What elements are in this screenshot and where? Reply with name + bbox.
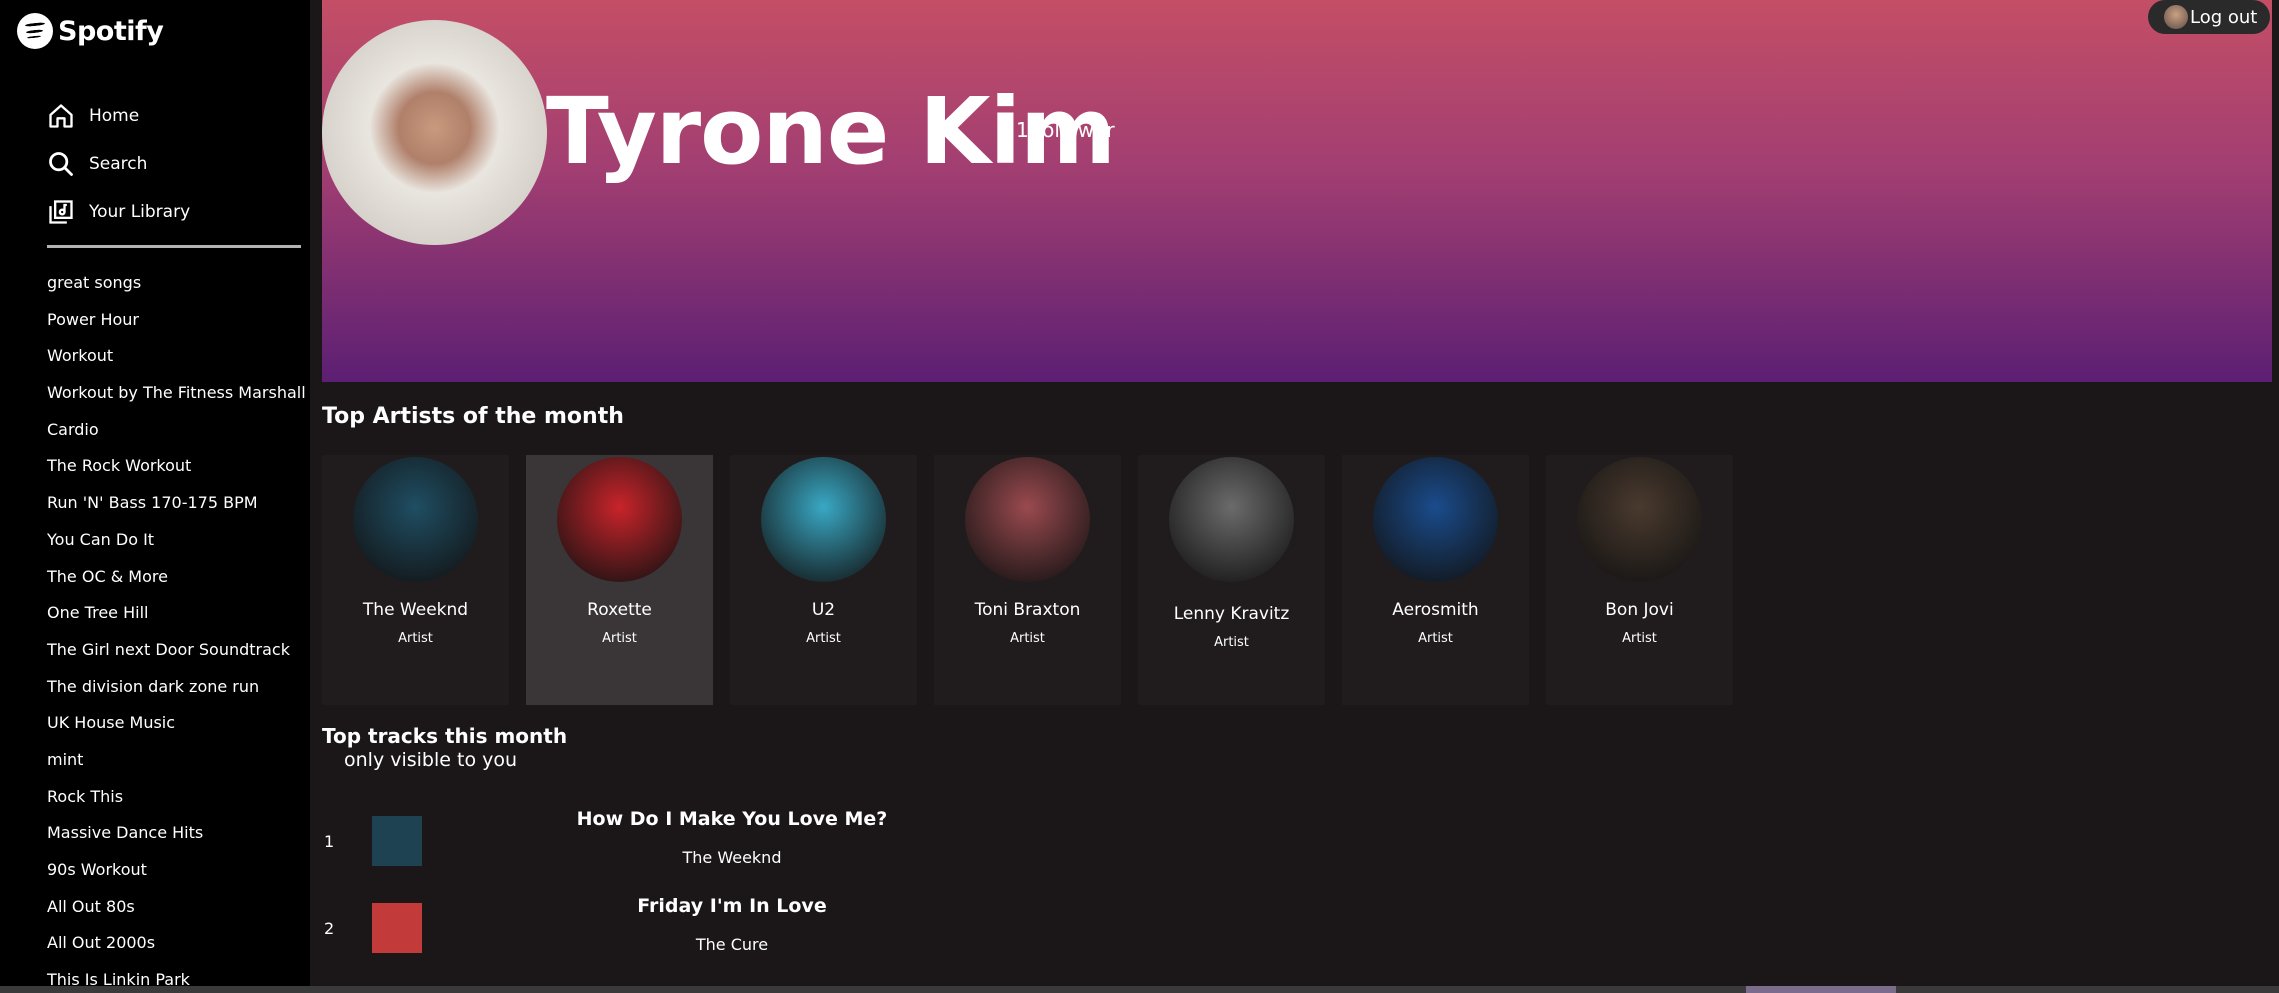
top-tracks-subtitle: only visible to you — [344, 749, 518, 771]
artist-name: Bon Jovi — [1605, 600, 1674, 620]
playlist-item[interactable]: All Out 80s — [47, 892, 307, 929]
artist-type: Artist — [1214, 635, 1249, 650]
playlist-item[interactable]: Run 'N' Bass 170-175 BPM — [47, 488, 307, 525]
artist-card[interactable]: Toni Braxton Artist — [934, 455, 1121, 705]
playlist-item[interactable]: Rock This — [47, 782, 307, 819]
track-rank: 1 — [324, 832, 335, 851]
nav-search[interactable]: Search — [47, 140, 307, 188]
playlist-item[interactable]: The Girl next Door Soundtrack — [47, 635, 307, 672]
playlist-item[interactable]: The Rock Workout — [47, 451, 307, 488]
track-row[interactable]: 2 Friday I'm In Love The Cure — [322, 895, 1082, 955]
artist-type: Artist — [1418, 631, 1453, 646]
artist-name: Roxette — [587, 600, 652, 620]
playlist-item[interactable]: The division dark zone run — [47, 672, 307, 709]
artist-card[interactable]: Aerosmith Artist — [1342, 455, 1529, 705]
playlist-item[interactable]: All Out 2000s — [47, 928, 307, 965]
playlist-item[interactable]: Workout — [47, 341, 307, 378]
follower-count: 1 follower — [1016, 118, 1115, 142]
playlist-item[interactable]: Workout by The Fitness Marshall — [47, 378, 307, 415]
artist-name: U2 — [811, 600, 836, 620]
artist-name: Toni Braxton — [974, 600, 1081, 620]
playlist-item[interactable]: 90s Workout — [47, 855, 307, 892]
playlist-item[interactable]: great songs — [47, 268, 307, 305]
spotify-icon — [17, 13, 53, 49]
playlist-item[interactable]: Power Hour — [47, 305, 307, 342]
artist-card[interactable]: Bon Jovi Artist — [1546, 455, 1733, 705]
nav-library[interactable]: Your Library — [47, 188, 307, 236]
playlist-item[interactable]: The OC & More — [47, 562, 307, 599]
user-avatar-icon — [2164, 5, 2188, 29]
nav-library-label: Your Library — [89, 202, 191, 222]
artist-type: Artist — [398, 631, 433, 646]
artist-card[interactable]: Lenny Kravitz Artist — [1138, 455, 1325, 705]
sidebar-divider — [47, 245, 301, 248]
main-nav: Home Search Your Library — [47, 92, 307, 236]
track-artist: The Cure — [695, 935, 769, 954]
artist-image — [353, 457, 478, 582]
logout-label: Log out — [2190, 6, 2258, 28]
scrollbar-thumb[interactable] — [1746, 986, 1896, 993]
track-title: How Do I Make You Love Me? — [576, 808, 888, 830]
nav-home[interactable]: Home — [47, 92, 307, 140]
artist-type: Artist — [602, 631, 637, 646]
track-row[interactable]: 1 How Do I Make You Love Me? The Weeknd — [322, 808, 1082, 868]
artist-image — [557, 457, 682, 582]
track-title: Friday I'm In Love — [637, 895, 827, 917]
profile-avatar — [322, 20, 547, 245]
playlist-item[interactable]: Massive Dance Hits — [47, 818, 307, 855]
artist-type: Artist — [1622, 631, 1657, 646]
nav-home-label: Home — [89, 106, 140, 126]
logout-button[interactable]: Log out — [2148, 0, 2270, 34]
artist-image — [1577, 457, 1702, 582]
nav-search-label: Search — [89, 154, 148, 174]
track-artist: The Weeknd — [682, 848, 782, 867]
top-tracks-title: Top tracks this month — [322, 724, 568, 748]
artist-image — [1373, 457, 1498, 582]
artist-name: The Weeknd — [362, 600, 469, 620]
playlist-list: great songs Power Hour Workout Workout b… — [47, 268, 307, 993]
track-rank: 2 — [324, 919, 335, 938]
artist-type: Artist — [806, 631, 841, 646]
artist-card[interactable]: The Weeknd Artist — [322, 455, 509, 705]
playlist-item[interactable]: UK House Music — [47, 708, 307, 745]
artist-image — [1169, 457, 1294, 582]
artist-image — [965, 457, 1090, 582]
artist-image — [761, 457, 886, 582]
artist-type: Artist — [1010, 631, 1045, 646]
home-icon — [49, 104, 73, 128]
top-artists-grid: The Weeknd Artist Roxette Artist U2 Arti… — [322, 455, 1733, 705]
search-icon — [49, 152, 73, 176]
track-album-art — [372, 903, 422, 953]
top-artists-title: Top Artists of the month — [322, 404, 624, 429]
playlist-item[interactable]: Cardio — [47, 415, 307, 452]
playlist-item[interactable]: One Tree Hill — [47, 598, 307, 635]
spotify-logo[interactable]: Spotify — [17, 13, 164, 49]
playlist-item[interactable]: mint — [47, 745, 307, 782]
profile-header: Tyrone Kim 1 follower — [322, 0, 2272, 382]
sidebar: Spotify Home Search Your Library great s… — [0, 0, 310, 993]
playlist-item[interactable]: You Can Do It — [47, 525, 307, 562]
artist-card[interactable]: Roxette Artist — [526, 455, 713, 705]
artist-name: Aerosmith — [1392, 600, 1479, 620]
library-icon — [49, 200, 73, 224]
track-album-art — [372, 816, 422, 866]
brand-name: Spotify — [58, 15, 164, 47]
artist-name: Lenny Kravitz — [1173, 604, 1290, 624]
artist-card[interactable]: U2 Artist — [730, 455, 917, 705]
horizontal-scrollbar[interactable] — [0, 986, 2279, 993]
